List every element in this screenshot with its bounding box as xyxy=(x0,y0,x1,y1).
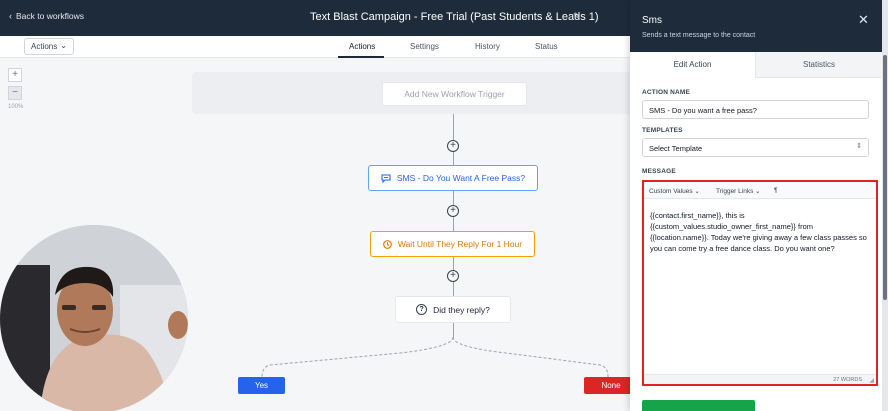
template-select[interactable]: Select Template ⇕ xyxy=(642,138,869,157)
branch-connectors xyxy=(261,336,609,378)
tab-statistics[interactable]: Statistics xyxy=(756,52,882,78)
workflow-subbar: Actions ⌄ Actions Settings History Statu… xyxy=(0,36,640,58)
zoom-out-button[interactable]: − xyxy=(8,86,22,100)
branch-yes-button[interactable]: Yes xyxy=(238,377,285,394)
close-icon[interactable]: ✕ xyxy=(858,12,869,28)
chat-bubble-icon xyxy=(381,173,391,183)
zoom-level: 100% xyxy=(8,104,24,110)
save-button[interactable] xyxy=(642,400,755,411)
message-toolbar: Custom Values ⌄ Trigger Links ⌄ ¶ xyxy=(644,182,876,199)
panel-title: Sms xyxy=(642,15,662,26)
webcam-overlay xyxy=(0,225,188,411)
message-textarea[interactable]: {{contact.first_name}}, this is {{custom… xyxy=(650,210,870,254)
sms-action-node[interactable]: SMS - Do You Want A Free Pass? xyxy=(368,165,538,191)
tab-settings[interactable]: Settings xyxy=(410,42,439,51)
edit-title-pencil-icon[interactable]: ✎ xyxy=(573,11,581,22)
custom-values-dropdown[interactable]: Custom Values ⌄ xyxy=(649,187,700,195)
panel-header: Sms Sends a text message to the contact … xyxy=(630,0,882,52)
add-step-plus-icon[interactable]: + xyxy=(447,140,459,152)
template-select-value: Select Template xyxy=(649,144,703,153)
action-name-value: SMS - Do you want a free pass? xyxy=(649,106,757,115)
back-to-workflows-button[interactable]: ‹ Back to workflows xyxy=(9,11,84,21)
actions-dropdown-label: Actions xyxy=(31,42,58,51)
message-editor[interactable]: Custom Values ⌄ Trigger Links ⌄ ¶ {{cont… xyxy=(642,180,878,386)
wait-action-node[interactable]: Wait Until They Reply For 1 Hour xyxy=(370,231,535,257)
condition-node-label: Did they reply? xyxy=(433,304,490,315)
updown-chevron-icon: ⇕ xyxy=(856,143,862,150)
message-label: MESSAGE xyxy=(642,168,676,175)
resize-handle-icon[interactable]: ◢ xyxy=(869,377,874,384)
action-name-input[interactable]: SMS - Do you want a free pass? xyxy=(642,100,869,119)
tab-status[interactable]: Status xyxy=(535,42,558,51)
trigger-links-label: Trigger Links xyxy=(716,188,754,195)
trigger-links-dropdown[interactable]: Trigger Links ⌄ xyxy=(716,187,761,195)
presenter-video-icon xyxy=(0,225,188,411)
action-name-label: ACTION NAME xyxy=(642,89,691,96)
actions-dropdown[interactable]: Actions ⌄ xyxy=(24,38,74,55)
add-step-plus-icon[interactable]: + xyxy=(447,205,459,217)
custom-values-label: Custom Values xyxy=(649,188,693,195)
wait-node-label: Wait Until They Reply For 1 Hour xyxy=(397,239,523,249)
zoom-in-button[interactable]: + xyxy=(8,68,22,82)
paragraph-icon[interactable]: ¶ xyxy=(774,187,778,194)
condition-node[interactable]: ? Did they reply? xyxy=(395,296,511,323)
panel-subtitle: Sends a text message to the contact xyxy=(642,32,756,39)
add-step-plus-icon[interactable]: + xyxy=(447,270,459,282)
scrollbar-thumb[interactable] xyxy=(883,55,887,300)
chevron-down-icon: ⌄ xyxy=(60,41,67,50)
add-workflow-trigger-button[interactable]: Add New Workflow Trigger xyxy=(382,82,527,106)
word-count: 27 WORDS xyxy=(644,374,876,384)
templates-label: TEMPLATES xyxy=(642,127,683,134)
clock-icon xyxy=(383,239,392,249)
back-label: Back to workflows xyxy=(16,11,85,21)
workflow-title: Text Blast Campaign - Free Trial (Past S… xyxy=(310,11,599,23)
question-icon: ? xyxy=(416,304,428,315)
tab-actions[interactable]: Actions xyxy=(349,42,375,51)
chevron-left-icon: ‹ xyxy=(9,11,12,21)
tab-history[interactable]: History xyxy=(475,42,500,51)
tab-edit-action[interactable]: Edit Action xyxy=(630,52,756,78)
scrollbar[interactable] xyxy=(882,0,888,411)
sms-node-label: SMS - Do You Want A Free Pass? xyxy=(396,173,526,183)
action-side-panel: Sms Sends a text message to the contact … xyxy=(630,0,882,411)
